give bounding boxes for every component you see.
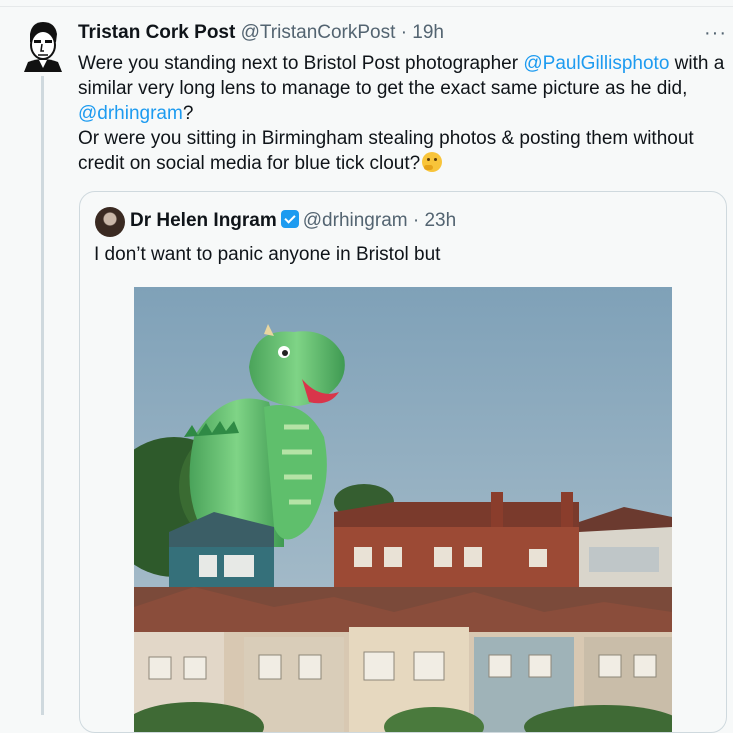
quoted-tweet-photo[interactable] (104, 287, 684, 732)
tweet-text-segment: ? (182, 103, 194, 124)
thread-connector-line (41, 76, 44, 715)
quoted-tweet-header: Dr Helen Ingram @drhingram · 23h (130, 210, 456, 232)
more-options-icon[interactable]: ··· (704, 22, 727, 45)
tweet-header: Tristan Cork Post @TristanCorkPost · 19h (78, 22, 444, 44)
tweet-paragraph-1: Were you standing next to Bristol Post p… (78, 51, 728, 126)
header-separator: · (400, 22, 408, 43)
tweet-paragraph-2: Or were you sitting in Birmingham steali… (78, 126, 728, 176)
author-handle[interactable]: @TristanCorkPost (241, 22, 396, 43)
quoted-tweet-card[interactable]: Dr Helen Ingram @drhingram · 23h I don’t … (79, 191, 727, 733)
tweet-text: Were you standing next to Bristol Post p… (78, 51, 728, 176)
quoted-author-avatar[interactable] (95, 207, 125, 237)
author-avatar[interactable] (22, 20, 64, 72)
quoted-header-separator: · (412, 210, 420, 231)
top-divider (0, 6, 733, 7)
quoted-tweet-text: I don’t want to panic anyone in Bristol … (94, 244, 441, 265)
tweet-text-segment: Or were you sitting in Birmingham steali… (78, 128, 694, 174)
quoted-author-name[interactable]: Dr Helen Ingram (130, 210, 277, 231)
mention-link-paulgillisphoto[interactable]: @PaulGillisphoto (523, 53, 669, 74)
author-name[interactable]: Tristan Cork Post (78, 22, 235, 43)
thinking-face-icon (422, 152, 443, 172)
quoted-author-handle[interactable]: @drhingram (303, 210, 408, 231)
tweet-time[interactable]: 19h (412, 22, 444, 43)
tweet-text-segment: Were you standing next to Bristol Post p… (78, 53, 524, 74)
quoted-tweet-time: 23h (424, 210, 457, 231)
verified-badge-icon (280, 210, 299, 228)
mention-link-drhingram[interactable]: @drhingram (78, 103, 183, 124)
